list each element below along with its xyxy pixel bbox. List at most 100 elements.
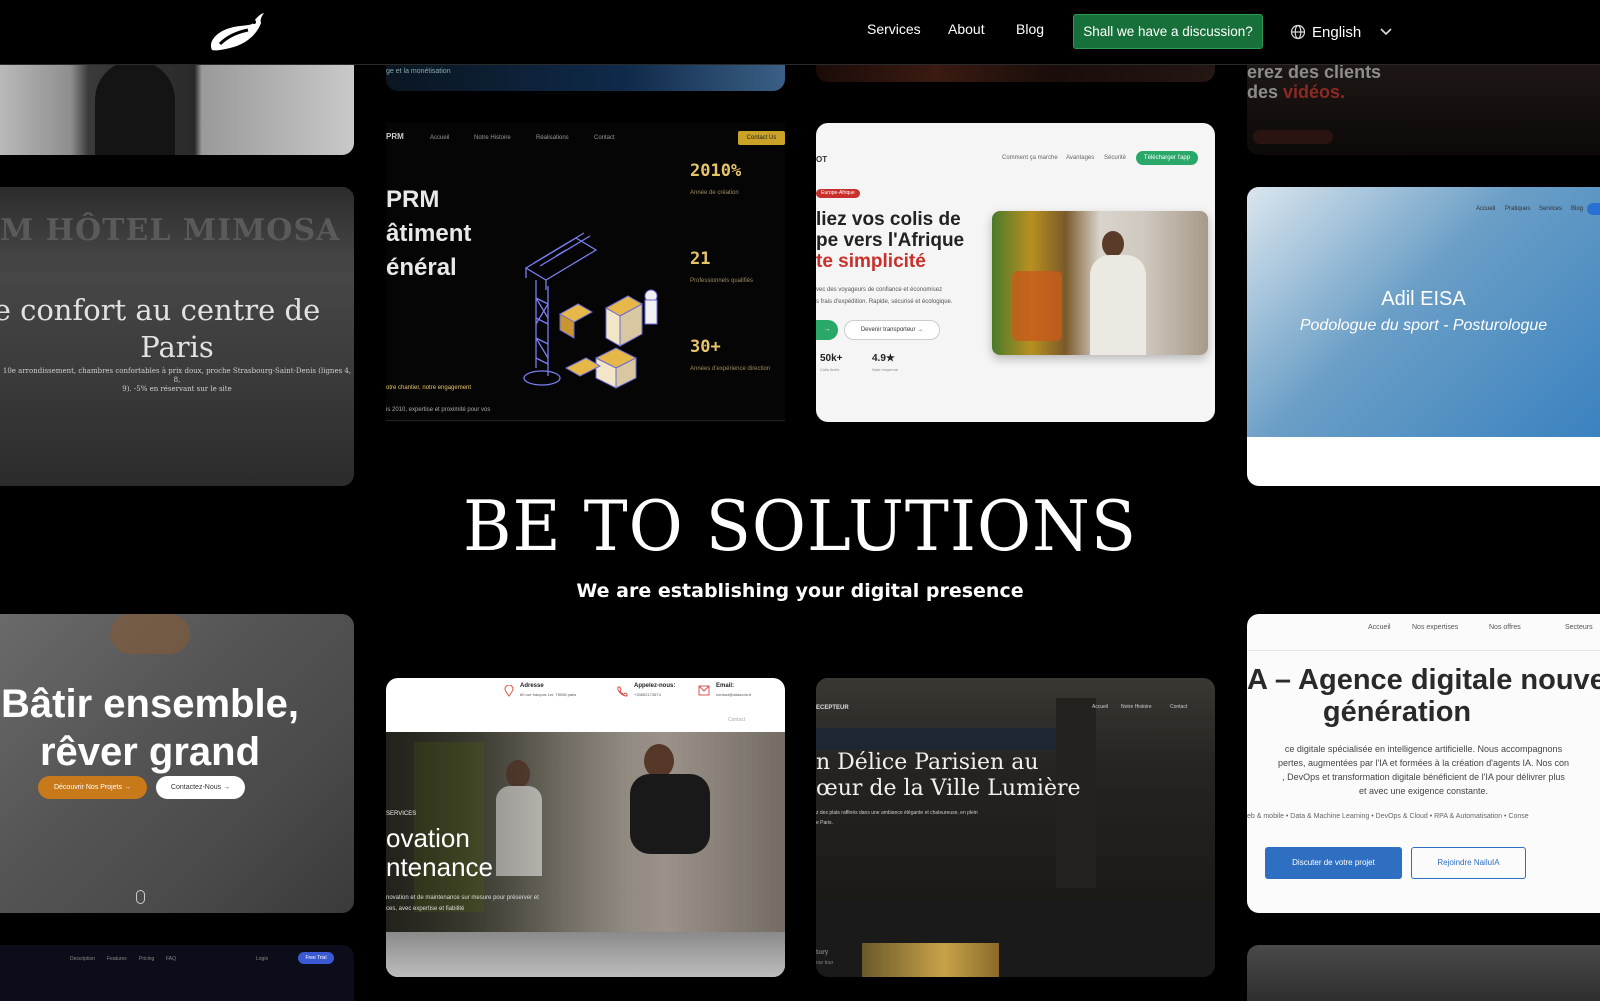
adil-hero (1247, 187, 1600, 437)
site-header: Services About Blog Shall we have a disc… (0, 0, 1600, 65)
parcel-brand: OT (816, 155, 828, 164)
language-label: English (1312, 23, 1362, 41)
renov-kicker: SERVICES (386, 811, 417, 817)
parcel-stat-1-label: Colis livrés (820, 367, 840, 372)
delice-nav-contact[interactable]: Contact (1170, 704, 1187, 710)
parcel-carrier-button[interactable]: Devenir transporteur → (844, 320, 940, 340)
adil-role: Podologue du sport - Posturologue (1299, 317, 1548, 334)
parcel-download-button[interactable]: Télécharger l'app (1136, 151, 1198, 165)
construction-illustration (523, 232, 658, 389)
agence-nav-offers[interactable]: Nos offres (1489, 624, 1521, 631)
portfolio-card-hotel[interactable]: M HÔTEL MIMOSA e confort au centre de Pa… (0, 187, 354, 486)
phone-icon (617, 686, 628, 697)
renov-email-value: contact@oitasons.fr (716, 692, 752, 697)
prm-stat-experience-value: 30+ (690, 337, 721, 357)
batir-projects-button[interactable]: Découvrir Nos Projets → (38, 776, 147, 799)
parcel-stat-2-label: Note moyenne (872, 367, 899, 372)
agence-nav-home[interactable]: Accueil (1368, 624, 1391, 631)
agence-join-button[interactable]: Rejoindre NailuIA (1411, 847, 1526, 879)
nav-blog[interactable]: Blog (1016, 21, 1044, 37)
hotel-title: e confort au centre de Paris (0, 293, 321, 364)
adil-nav-blog[interactable]: Blog (1571, 206, 1583, 212)
delice-title: n Délice Parisien au œur de la Ville Lum… (816, 750, 1081, 801)
adil-nav-button[interactable] (1587, 203, 1600, 215)
prm-title: PRM âtiment énéral (386, 186, 472, 281)
delice-nav-history[interactable]: Notre Histoire (1121, 704, 1152, 710)
portfolio-card-saas[interactable]: Description Features Pricing FAQ Login F… (0, 945, 354, 1001)
adil-nav-home[interactable]: Accueil (1476, 206, 1495, 212)
language-selector[interactable]: English (1290, 21, 1392, 43)
delice-desc-1: z des plats raffinés dans une ambiance é… (816, 810, 978, 816)
discussion-cta-button[interactable]: Shall we have a discussion? (1073, 14, 1263, 49)
prm-nav-projects[interactable]: Réalisations (536, 135, 569, 141)
parcel-stat-2-value: 4.9★ (872, 353, 895, 364)
prm-stat-year-label: Année de création (690, 190, 739, 196)
saas-login-link[interactable]: Login (256, 956, 268, 962)
parcel-title: liez vos colis de pe vers l'Afrique te s… (816, 209, 965, 272)
parcel-desc-1: vec des voyageurs de confiance et économ… (816, 287, 943, 293)
agence-title: A – Agence digitale nouve génération (1247, 664, 1600, 728)
portfolio-card-renovation[interactable]: Adresse 60 rue françois 1er, 75008 paris… (386, 678, 785, 977)
batir-contact-button[interactable]: Contactez-Nous → (156, 776, 245, 799)
adil-name: Adil EISA (1381, 288, 1466, 310)
card-tagline: ge et la monétisation (386, 68, 451, 75)
nav-services[interactable]: Services (867, 21, 921, 37)
videos-headline-2: des vidéos. (1247, 82, 1346, 102)
saas-nav-faq[interactable]: FAQ (166, 956, 176, 962)
agence-discuss-button[interactable]: Discuter de votre projet (1265, 847, 1402, 879)
parcel-nav-advantages[interactable]: Avantages (1066, 155, 1094, 161)
hero-subtitle: We are establishing your digital presenc… (576, 580, 1024, 602)
hotel-description: 10e arrondissement, chambres confortable… (2, 367, 352, 393)
prm-nav-contact[interactable]: Contact (594, 135, 615, 141)
parcel-nav-security[interactable]: Sécurité (1104, 155, 1126, 161)
renov-address-label: Adresse (520, 683, 544, 689)
parcel-nav-how[interactable]: Comment ça marche (1002, 155, 1058, 161)
saas-trial-button[interactable]: Free Trial (298, 952, 334, 964)
portfolio-card-grey[interactable] (1247, 945, 1600, 1001)
renov-title: ovation ntenance (386, 823, 493, 882)
saas-nav-features[interactable]: Features (107, 956, 127, 962)
portfolio-card-agence[interactable]: Accueil Nos expertises Nos offres Secteu… (1247, 614, 1600, 913)
renov-phone-value: +33652173674 (634, 692, 661, 697)
adil-nav-services[interactable]: Services (1539, 206, 1562, 212)
saas-nav-description[interactable]: Description (70, 956, 95, 962)
delice-nav-home[interactable]: Accueil (1092, 704, 1108, 710)
prm-stat-staff-label: Professionnels qualifiés (690, 278, 754, 284)
prm-contact-button[interactable]: Contact Us (738, 131, 785, 145)
portfolio-card-batir[interactable]: Bâtir ensemble, rêver grand Découvrir No… (0, 614, 354, 913)
renov-phone-label: Appelez-nous: (634, 683, 676, 689)
prm-stat-staff-value: 21 (690, 249, 711, 269)
agence-tags: eb & mobile • Data & Machine Learning • … (1247, 813, 1529, 820)
prm-logo: PRM (386, 132, 404, 141)
nav-about[interactable]: About (948, 21, 985, 37)
hotel-sign: M HÔTEL MIMOSA (0, 213, 341, 248)
prm-nav-home[interactable]: Accueil (430, 135, 449, 141)
renov-address-value: 60 rue françois 1er, 75008 paris (520, 692, 577, 697)
renov-email-label: Email: (716, 683, 735, 689)
portfolio-card-parcel[interactable]: OT Comment ça marche Avantages Sécurité … (816, 123, 1215, 422)
person-silhouette (95, 60, 175, 155)
delice-story-text: our tour (816, 960, 834, 966)
portfolio-card-delice[interactable]: ECEPTEUR Accueil Notre Histoire Contact … (816, 678, 1215, 977)
scroll-mouse-icon (136, 890, 145, 904)
agence-nav-expertises[interactable]: Nos expertises (1412, 624, 1458, 631)
renov-desc-1: novation et de maintenance sur mesure po… (386, 895, 539, 901)
saas-nav-pricing[interactable]: Pricing (139, 956, 154, 962)
brand-logo-icon[interactable] (206, 10, 266, 54)
adil-nav-practices[interactable]: Pratiques (1505, 206, 1530, 212)
parcel-primary-button[interactable]: → (816, 320, 838, 340)
renov-nav-contact[interactable]: Contact (728, 717, 745, 723)
globe-icon (1290, 24, 1306, 40)
videos-headline-1: erez des clients (1247, 62, 1382, 82)
portfolio-card-prm[interactable]: PRM Accueil Notre Histoire Réalisations … (386, 123, 785, 422)
agence-nav-sectors[interactable]: Secteurs (1565, 624, 1593, 631)
parcel-badge: Europe-Afrique (816, 189, 860, 198)
delice-story-label: tory (816, 949, 829, 956)
videos-button[interactable] (1253, 130, 1333, 144)
prm-nav-history[interactable]: Notre Histoire (474, 135, 511, 141)
parcel-desc-2: s frais d'expédition. Rapide, sécurisé e… (816, 299, 953, 305)
agence-description: ce digitale spécialisée en intelligence … (1277, 744, 1570, 796)
parcel-stat-1-value: 50k+ (820, 353, 843, 364)
portfolio-card-adil[interactable]: Accueil Pratiques Services Blog Adil EIS… (1247, 187, 1600, 486)
mail-icon (698, 685, 710, 696)
